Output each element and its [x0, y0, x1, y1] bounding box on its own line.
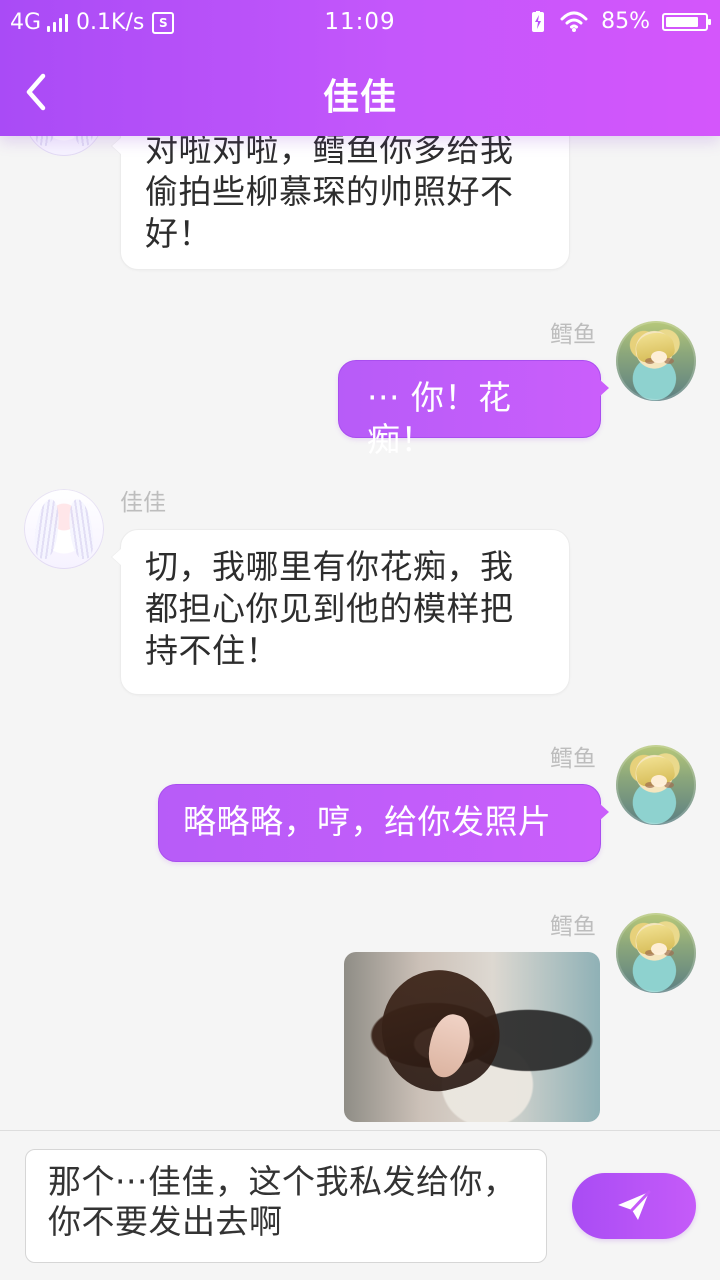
incoming-message-bubble: 对啦对啦，鳕鱼你多给我偷拍些柳慕琛的帅照好不好！: [120, 118, 570, 270]
send-icon: [618, 1190, 651, 1220]
incoming-message-text: 对啦对啦，鳕鱼你多给我偷拍些柳慕琛的帅照好不好！: [145, 130, 514, 253]
page-title: 佳佳: [322, 77, 397, 118]
status-right: 85%: [529, 9, 711, 34]
battery-level: [666, 16, 699, 27]
wifi-icon: [560, 11, 588, 32]
sender-name: 鳕鱼: [550, 914, 596, 940]
outgoing-message-text: ··· 你！花痴！: [367, 378, 512, 459]
charging-icon: [532, 10, 545, 32]
sender-name: 鳕鱼: [550, 746, 596, 772]
incoming-message-bubble: 切，我哪里有你花痴，我都担心你见到他的模样把持不住！: [120, 529, 570, 695]
outgoing-message-bubble: 略略略，哼，给你发照片: [158, 784, 609, 862]
sender-name: 鳕鱼: [550, 322, 596, 348]
battery-icon: [662, 12, 711, 31]
photo-message[interactable]: [344, 952, 600, 1122]
contact-avatar: [24, 489, 104, 569]
user-avatar: [616, 745, 696, 825]
incoming-message-text: 切，我哪里有你花痴，我都担心你见到他的模样把持不住！: [145, 547, 514, 670]
message-input[interactable]: 那个···佳佳，这个我私发给你，你不要发出去啊: [25, 1149, 547, 1263]
outgoing-message-bubble: ··· 你！花痴！: [338, 360, 609, 459]
sender-name: 佳佳: [120, 490, 166, 516]
chat-message-list[interactable]: 对啦对啦，鳕鱼你多给我偷拍些柳慕琛的帅照好不好！ 鳕鱼 ··· 你！花痴！ 佳佳…: [0, 0, 720, 1130]
user-avatar: [616, 913, 696, 993]
battery-percent: 85%: [601, 9, 650, 34]
user-avatar: [616, 321, 696, 401]
message-composer: 那个···佳佳，这个我私发给你，你不要发出去啊: [0, 1130, 720, 1280]
chat-header: 4G 0.1K/s S 11:09 85% 佳佳: [0, 0, 720, 136]
status-bar: 4G 0.1K/s S 11:09 85%: [0, 0, 720, 48]
chat-screen: 对啦对啦，鳕鱼你多给我偷拍些柳慕琛的帅照好不好！ 鳕鱼 ··· 你！花痴！ 佳佳…: [0, 0, 720, 1280]
outgoing-message-text: 略略略，哼，给你发照片: [183, 802, 552, 841]
navigation-bar: 佳佳: [0, 48, 720, 136]
send-button[interactable]: [572, 1173, 696, 1239]
